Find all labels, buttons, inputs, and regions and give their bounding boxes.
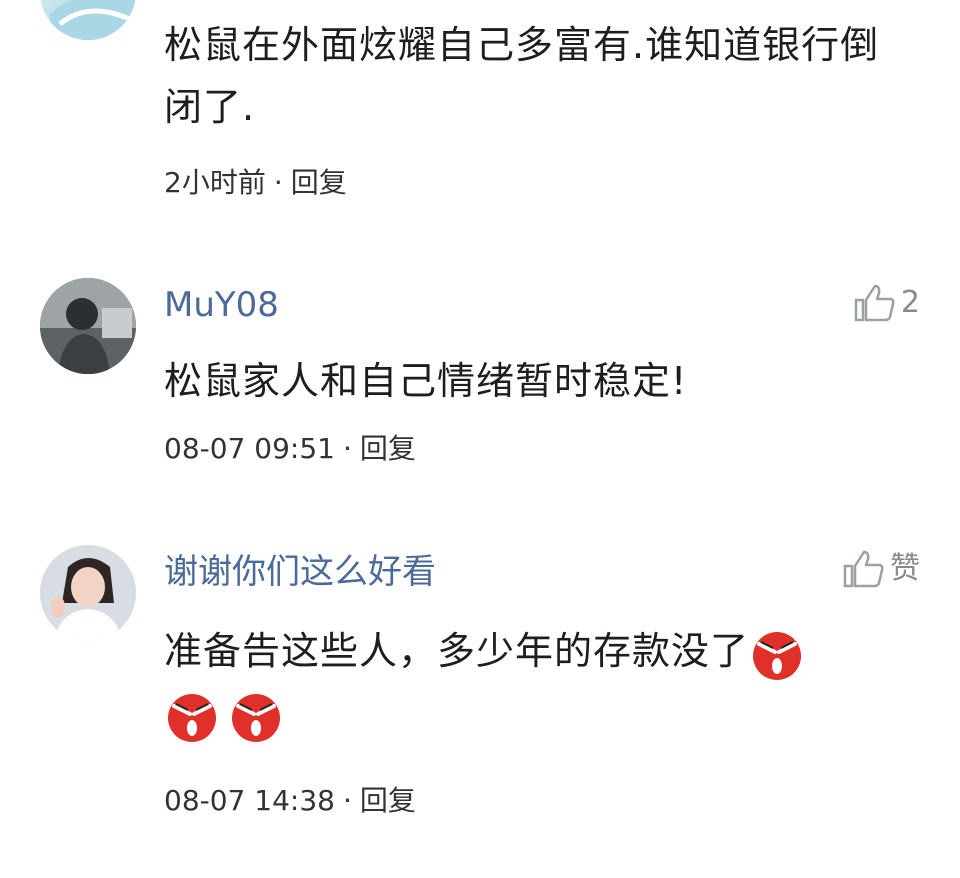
like-button[interactable]: 赞	[842, 548, 920, 590]
comment-time: 08-07 14:38	[164, 784, 335, 817]
like-label: 赞	[890, 551, 920, 586]
reply-button[interactable]: 回复	[360, 432, 416, 465]
meta-separator: ·	[342, 784, 352, 817]
avatar-image	[50, 0, 136, 40]
comment-text: 准备告这些人，多少年的存款没了	[164, 620, 914, 744]
comment-username[interactable]: MuY08	[164, 285, 279, 325]
reply-button[interactable]: 回复	[291, 166, 347, 199]
comment-meta: 2小时前 · 回复	[164, 166, 347, 200]
like-count: 2	[900, 285, 920, 320]
reply-button[interactable]: 回复	[360, 784, 416, 817]
like-button[interactable]: 2	[853, 282, 920, 324]
avatar-image	[40, 545, 136, 641]
comment-text: 松鼠在外面炫耀自己多富有.谁知道银行倒闭了.	[164, 23, 880, 129]
comment-meta: 08-07 09:51 · 回复	[164, 432, 416, 466]
comment-time: 08-07 09:51	[164, 432, 335, 465]
comment-text: 松鼠家人和自己情绪暂时稳定!	[164, 359, 688, 403]
comment-username[interactable]: 谢谢你们这么好看	[164, 552, 436, 592]
thumbs-up-icon	[854, 284, 895, 322]
avatar[interactable]	[40, 545, 136, 641]
avatar-image	[40, 278, 136, 374]
comment-meta: 08-07 14:38 · 回复	[164, 784, 416, 818]
comment-time: 2小时前	[164, 166, 266, 199]
thumbs-up-icon	[843, 550, 884, 588]
angry-face-icon	[232, 693, 280, 742]
angry-face-icon	[753, 631, 802, 680]
avatar[interactable]	[40, 278, 136, 374]
avatar[interactable]	[40, 0, 136, 40]
meta-separator: ·	[342, 432, 352, 465]
comment-text-content: 准备告这些人，多少年的存款没了	[164, 629, 750, 673]
meta-separator: ·	[273, 166, 283, 199]
angry-face-icon	[168, 693, 216, 742]
